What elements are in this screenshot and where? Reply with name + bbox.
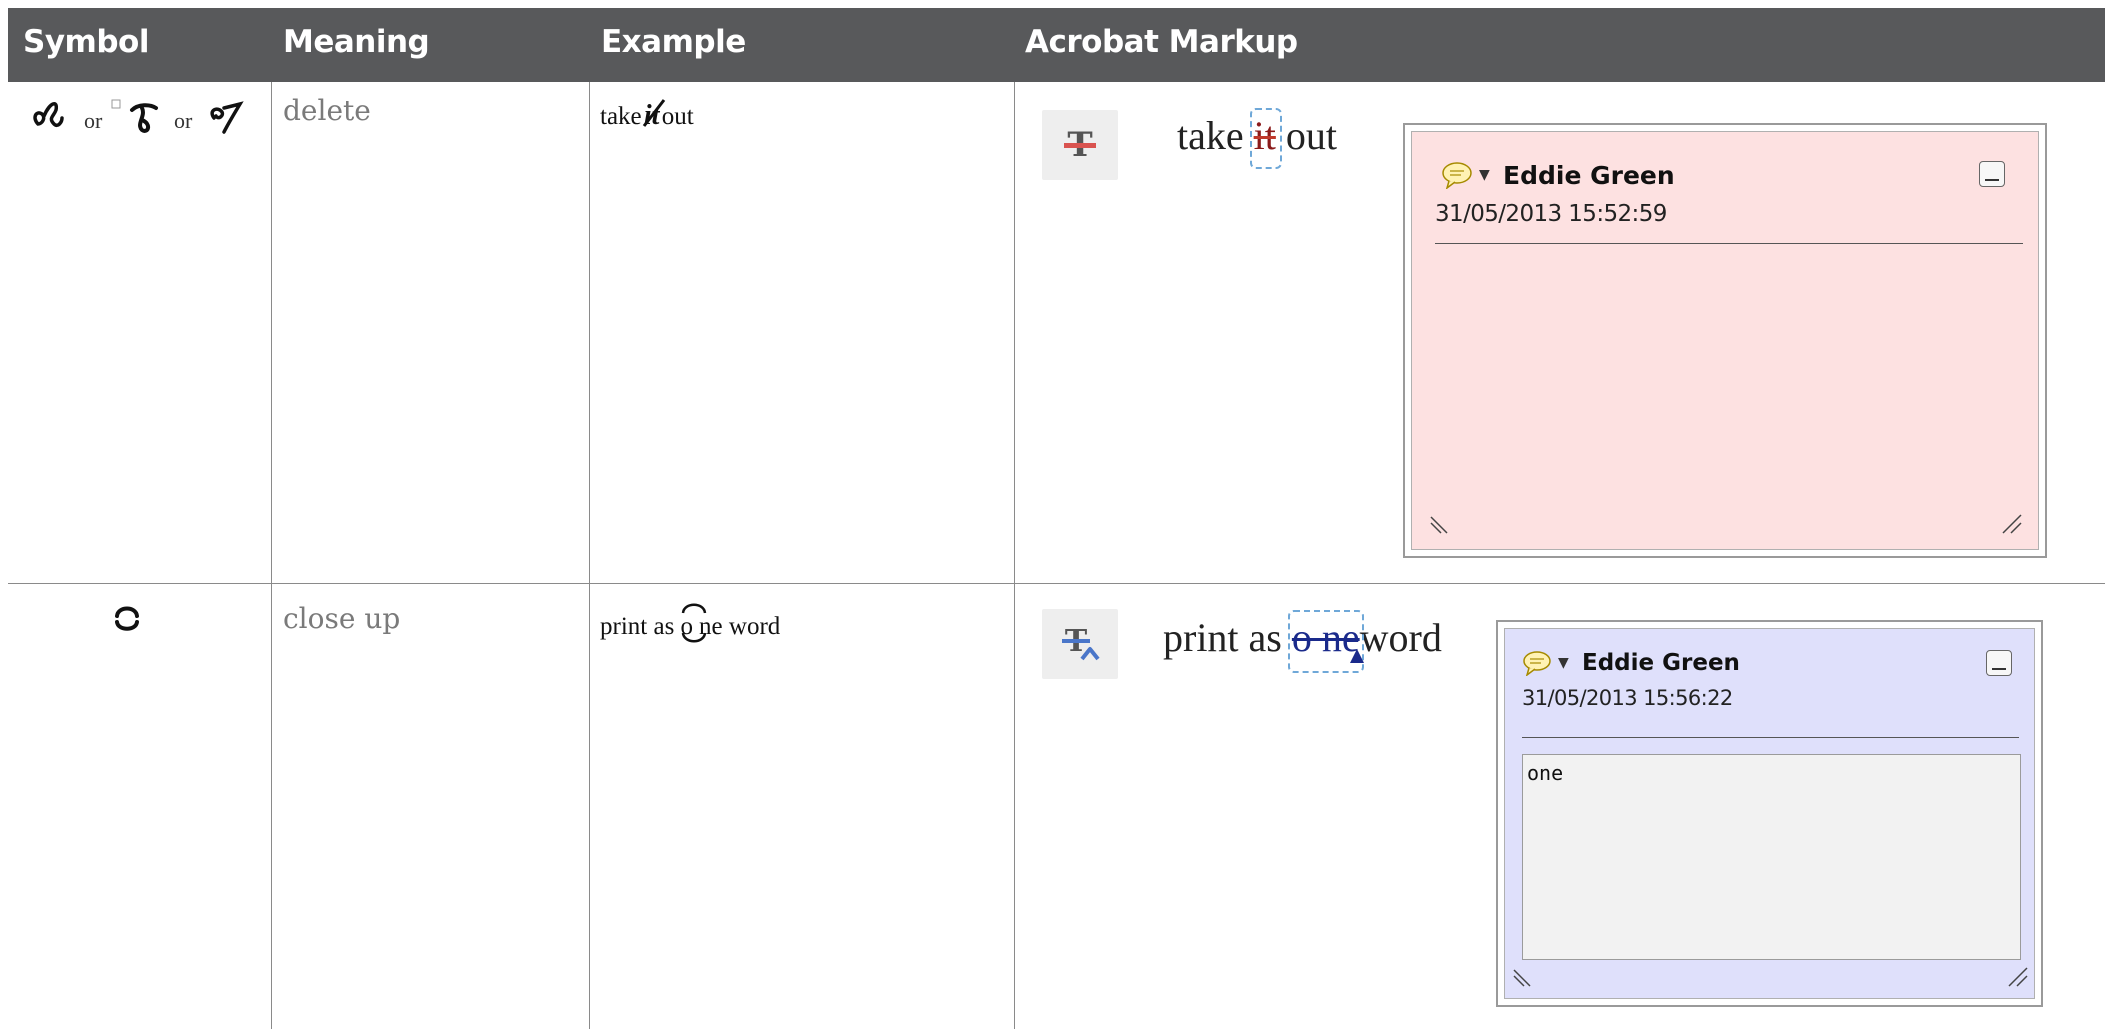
- column-divider: [589, 82, 590, 1029]
- comment-author: Eddie Green: [1503, 161, 1675, 190]
- markup-delete-text: take it out: [1177, 108, 1337, 169]
- note-divider: [1435, 243, 2023, 244]
- delete-mark-icon: [33, 102, 64, 128]
- column-divider: [1014, 82, 1015, 1029]
- header-example: Example: [601, 24, 746, 60]
- comment-bubble-icon: [1523, 651, 1551, 676]
- meaning-close-up: close up: [283, 602, 401, 635]
- replace-text-icon[interactable]: T: [1042, 609, 1118, 679]
- struck-highlight: it: [1249, 108, 1282, 169]
- example-text-before: take: [600, 103, 642, 130]
- insert-caret-icon: [1349, 649, 1364, 663]
- minimize-button[interactable]: [1986, 650, 2012, 676]
- example-close-up: print as o ne word: [600, 603, 780, 643]
- table-header: Symbol Meaning Example Acrobat Markup: [8, 8, 2105, 82]
- header-acrobat-markup: Acrobat Markup: [1025, 24, 1298, 60]
- options-caret-icon[interactable]: ▼: [1558, 655, 1569, 671]
- minimize-button[interactable]: [1979, 161, 2005, 187]
- struck-highlight: o ne: [1287, 610, 1364, 673]
- comment-author: Eddie Green: [1582, 650, 1740, 676]
- note-divider: [1522, 737, 2019, 738]
- options-caret-icon[interactable]: ▼: [1479, 167, 1490, 183]
- close-up-arc-icon: [681, 603, 706, 643]
- delete-mark-icon: [130, 103, 158, 133]
- example-close-up-word: o ne: [681, 603, 723, 643]
- header-meaning: Meaning: [283, 24, 430, 60]
- resize-grip-icon[interactable]: [2001, 513, 2023, 535]
- markup-close-up-text: print as o ne word: [1163, 610, 1442, 673]
- strikethrough-text-icon[interactable]: T: [1042, 110, 1118, 180]
- resize-grip-icon[interactable]: [1429, 513, 1451, 535]
- meaning-delete: delete: [283, 94, 371, 127]
- example-delete: take it out: [600, 99, 694, 132]
- comment-bubble-icon: [1442, 162, 1472, 189]
- example-struck-word: it: [642, 99, 666, 132]
- delete-mark-icon: [210, 101, 244, 134]
- symbol-or-1: or: [84, 108, 103, 133]
- header-symbol: Symbol: [23, 24, 149, 60]
- proofreading-table: Symbol Meaning Example Acrobat Markup or…: [8, 8, 2105, 1029]
- column-divider: [271, 82, 272, 1029]
- comment-date: 31/05/2013 15:52:59: [1435, 201, 1667, 227]
- symbol-or-2: or: [174, 108, 193, 133]
- comment-popup-delete[interactable]: ▼ Eddie Green 31/05/2013 15:52:59: [1403, 123, 2047, 558]
- delete-stroke-icon: [642, 99, 666, 127]
- row-divider: [8, 583, 2105, 584]
- resize-grip-icon[interactable]: [1512, 966, 1534, 988]
- delete-symbols: or or: [33, 99, 244, 134]
- comment-popup-close-up[interactable]: ▼ Eddie Green 31/05/2013 15:56:22 one: [1496, 620, 2043, 1007]
- close-up-mark-icon: [115, 606, 139, 631]
- resize-grip-icon[interactable]: [2007, 966, 2029, 988]
- comment-body-field[interactable]: one: [1522, 754, 2021, 960]
- comment-date: 31/05/2013 15:56:22: [1522, 686, 1733, 710]
